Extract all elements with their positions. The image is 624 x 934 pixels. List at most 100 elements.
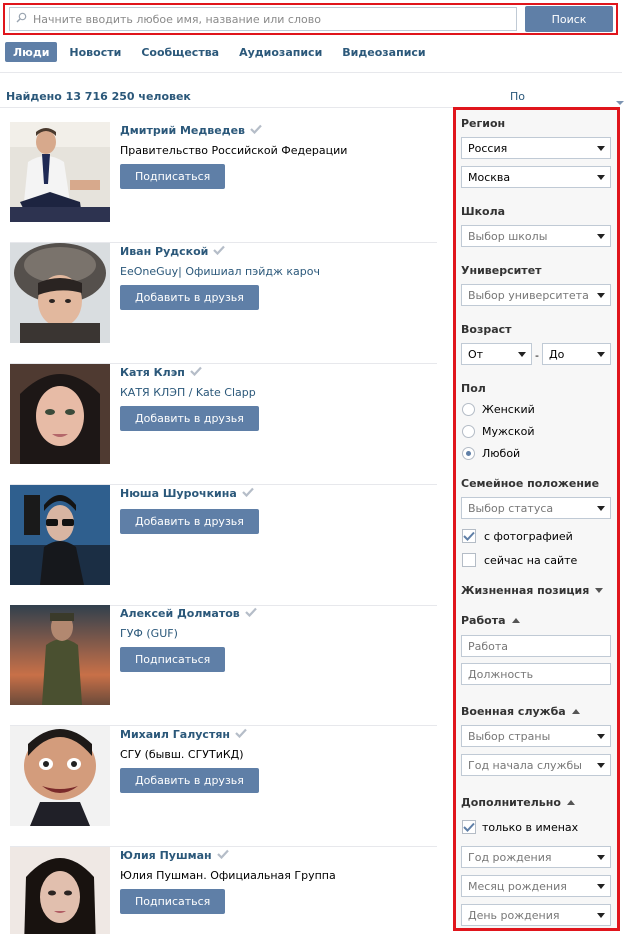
chevron-down-icon	[597, 734, 605, 739]
chevron-down-icon	[597, 234, 605, 239]
chevron-down-icon	[616, 101, 624, 105]
verified-check-icon	[244, 607, 257, 620]
verified-check-icon	[190, 366, 202, 379]
chevron-down-icon	[597, 855, 605, 860]
work-toggle[interactable]: Работа	[461, 614, 520, 627]
divider	[0, 72, 622, 73]
names-only-checkbox[interactable]: только в именах	[462, 820, 578, 834]
chevron-down-icon	[597, 175, 605, 180]
avatar[interactable]	[10, 485, 110, 585]
person-description: ГУФ (GUF)	[120, 627, 178, 640]
list-item: Иван Рудской EeOneGuy| Офишиал пэйдж кар…	[10, 243, 437, 364]
person-name[interactable]: Дмитрий Медведев	[120, 124, 262, 137]
avatar[interactable]	[10, 122, 110, 222]
military-year-select[interactable]: Год начала службы	[461, 754, 611, 776]
person-name[interactable]: Михаил Галустян	[120, 728, 247, 741]
verified-check-icon	[242, 487, 254, 500]
chevron-down-icon	[597, 352, 605, 357]
tab-people[interactable]: Люди	[5, 42, 58, 62]
checkmark-icon	[463, 531, 475, 541]
checkbox	[462, 820, 476, 834]
add-friend-button[interactable]: Добавить в друзья	[120, 509, 259, 534]
section-tabs: Люди Новости Сообщества Аудиозаписи Виде…	[5, 42, 438, 62]
add-friend-button[interactable]: Добавить в друзья	[120, 406, 259, 431]
age-to-select[interactable]: До	[542, 343, 611, 365]
checkbox	[462, 553, 476, 567]
city-select[interactable]: Москва	[461, 166, 611, 188]
birth-day-select[interactable]: День рождения	[461, 904, 611, 926]
verified-check-icon	[235, 728, 247, 741]
region-title: Регион	[461, 117, 506, 130]
chevron-down-icon	[597, 506, 605, 511]
online-now-checkbox[interactable]: сейчас на сайте	[462, 553, 577, 567]
avatar[interactable]	[10, 364, 110, 464]
person-name[interactable]: Нюша Шурочкина	[120, 487, 254, 500]
age-from-select[interactable]: От	[461, 343, 532, 365]
with-photo-checkbox[interactable]: с фотографией	[462, 529, 573, 543]
gender-radio-male[interactable]: Мужской	[462, 425, 534, 438]
extra-toggle[interactable]: Дополнительно	[461, 796, 575, 809]
gender-radio-female[interactable]: Женский	[462, 403, 535, 416]
radio-button	[462, 447, 475, 460]
work-company-input[interactable]: Работа	[461, 635, 611, 657]
age-title: Возраст	[461, 323, 512, 336]
add-friend-button[interactable]: Добавить в друзья	[120, 768, 259, 793]
verified-check-icon	[213, 245, 226, 258]
person-name[interactable]: Алексей Долматов	[120, 607, 257, 620]
country-select[interactable]: Россия	[461, 137, 611, 159]
person-name[interactable]: Иван Рудской	[120, 245, 226, 258]
gender-radio-any[interactable]: Любой	[462, 447, 520, 460]
radio-button	[462, 403, 475, 416]
school-select[interactable]: Выбор школы	[461, 225, 611, 247]
chevron-up-icon	[566, 800, 575, 805]
checkmark-icon	[463, 822, 475, 832]
military-toggle[interactable]: Военная служба	[461, 705, 580, 718]
university-select[interactable]: Выбор университета	[461, 284, 611, 306]
search-icon	[16, 12, 30, 26]
military-country-select[interactable]: Выбор страны	[461, 725, 611, 747]
person-description: Правительство Российской Федерации	[120, 144, 348, 157]
verified-check-icon	[250, 124, 262, 137]
subscribe-button[interactable]: Подписаться	[120, 889, 226, 914]
results-count: Найдено 13 716 250 человек	[6, 90, 191, 103]
list-item: Алексей Долматов ГУФ (GUF) Подписаться	[10, 605, 437, 726]
tab-audio[interactable]: Аудиозаписи	[231, 42, 330, 62]
avatar[interactable]	[10, 726, 110, 826]
search-button[interactable]: Поиск	[525, 6, 613, 32]
person-name[interactable]: Катя Клэп	[120, 366, 202, 379]
age-dash: -	[535, 349, 539, 362]
work-position-input[interactable]: Должность	[461, 663, 611, 685]
tab-news[interactable]: Новости	[61, 42, 129, 62]
chevron-down-icon	[597, 913, 605, 918]
list-item: Нюша Шурочкина Добавить в друзья	[10, 485, 437, 606]
subscribe-button[interactable]: Подписаться	[120, 164, 226, 189]
tab-video[interactable]: Видеозаписи	[334, 42, 433, 62]
life-position-toggle[interactable]: Жизненная позиция	[461, 584, 604, 597]
tab-communities[interactable]: Сообщества	[133, 42, 227, 62]
chevron-down-icon	[597, 884, 605, 889]
radio-button	[462, 425, 475, 438]
add-friend-button[interactable]: Добавить в друзья	[120, 285, 259, 310]
person-description: Юлия Пушман. Официальная Группа	[120, 869, 336, 882]
chevron-down-icon	[518, 352, 526, 357]
divider	[0, 107, 453, 108]
avatar[interactable]	[10, 605, 110, 705]
avatar[interactable]	[10, 847, 110, 934]
person-description: КАТЯ КЛЭП / Kate Clapp	[120, 386, 256, 399]
chevron-down-icon	[597, 293, 605, 298]
chevron-down-icon	[597, 763, 605, 768]
school-title: Школа	[461, 205, 506, 218]
marital-status-select[interactable]: Выбор статуса	[461, 497, 611, 519]
university-title: Университет	[461, 264, 542, 277]
avatar[interactable]	[10, 243, 110, 343]
list-item: Юлия Пушман Юлия Пушман. Официальная Гру…	[10, 847, 437, 934]
birth-month-select[interactable]: Месяц рождения	[461, 875, 611, 897]
person-description: СГУ (бывш. СГУТиКД)	[120, 748, 244, 761]
chevron-up-icon	[511, 618, 520, 623]
subscribe-button[interactable]: Подписаться	[120, 647, 226, 672]
person-name[interactable]: Юлия Пушман	[120, 849, 229, 862]
birth-year-select[interactable]: Год рождения	[461, 846, 611, 868]
chevron-down-icon	[597, 146, 605, 151]
search-input[interactable]: Начните вводить любое имя, название или …	[9, 7, 517, 31]
gender-title: Пол	[461, 382, 486, 395]
